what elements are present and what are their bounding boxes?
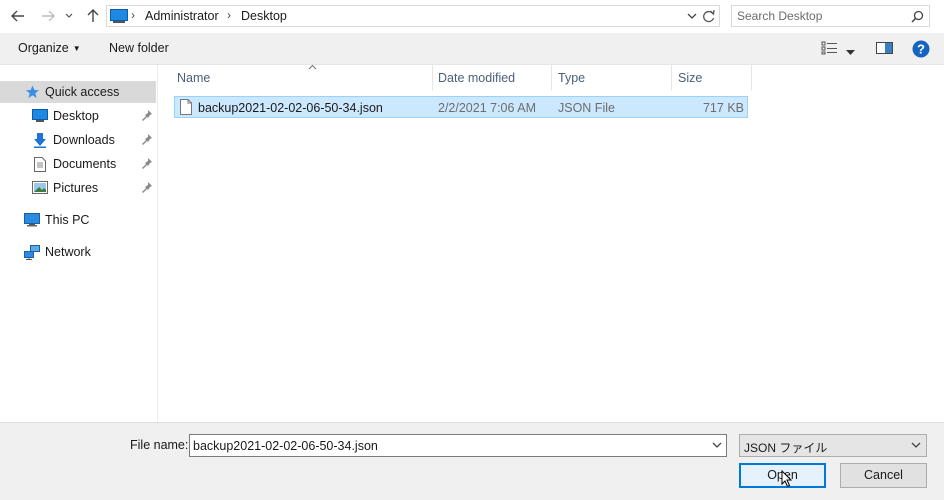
file-type-value: JSON ファイル xyxy=(744,441,828,455)
desktop-location-icon xyxy=(110,9,128,26)
nav-label: Network xyxy=(45,245,91,259)
search-box[interactable] xyxy=(731,5,930,27)
arrow-right-icon xyxy=(42,10,55,22)
file-list: Name Date modified Type Size backup2021-… xyxy=(159,64,944,422)
file-date-modified: 2/2/2021 7:06 AM xyxy=(438,101,536,115)
file-type-select[interactable]: JSON ファイル xyxy=(739,434,927,457)
documents-icon xyxy=(34,157,46,172)
refresh-button[interactable] xyxy=(702,8,716,27)
organize-label: Organize xyxy=(18,41,69,55)
nav-item-network[interactable]: Network xyxy=(0,241,156,263)
nav-label: Pictures xyxy=(53,181,99,195)
search-icon xyxy=(911,10,924,26)
file-name-combobox[interactable] xyxy=(189,434,727,457)
file-name-label: File name: xyxy=(130,438,189,452)
arrow-left-icon xyxy=(11,10,24,22)
nav-label: This PC xyxy=(45,213,90,227)
pin-icon xyxy=(142,158,152,169)
column-header-label: Size xyxy=(678,71,703,85)
computer-icon xyxy=(24,213,40,227)
change-view-button[interactable] xyxy=(821,41,839,58)
file-name: backup2021-02-02-06-50-34.json xyxy=(198,101,383,115)
navigation-pane: Quick access Desktop Downloads Documents… xyxy=(0,65,158,422)
network-icon xyxy=(24,245,40,260)
column-header-size[interactable]: Size xyxy=(672,65,752,90)
preview-pane-icon xyxy=(876,42,893,54)
address-bar[interactable]: › Administrator › Desktop xyxy=(106,5,720,27)
column-header-type[interactable]: Type xyxy=(552,65,672,90)
nav-item-documents[interactable]: Documents xyxy=(0,153,156,175)
search-input[interactable] xyxy=(737,8,907,24)
column-header-label: Type xyxy=(558,71,586,85)
column-header-date-modified[interactable]: Date modified xyxy=(432,65,552,90)
new-folder-button[interactable]: New folder xyxy=(109,41,169,55)
address-row: › Administrator › Desktop xyxy=(0,0,944,33)
back-button[interactable] xyxy=(8,6,28,26)
dialog-footer: File name: JSON ファイル Open Cancel xyxy=(0,422,944,500)
nav-item-this-pc[interactable]: This PC xyxy=(0,209,156,231)
nav-label: Documents xyxy=(53,157,117,171)
sort-ascending-icon xyxy=(308,64,317,70)
breadcrumb-separator-icon: › xyxy=(131,8,135,22)
file-row[interactable]: backup2021-02-02-06-50-34.json 2/2/2021 … xyxy=(174,96,748,118)
nav-label: Quick access xyxy=(45,85,120,99)
help-icon: ? xyxy=(912,40,930,58)
nav-item-downloads[interactable]: Downloads xyxy=(0,129,156,151)
file-name-input[interactable] xyxy=(193,438,693,454)
column-header-label: Name xyxy=(177,71,211,85)
pin-icon xyxy=(142,110,152,121)
file-icon xyxy=(180,99,192,115)
nav-label: Desktop xyxy=(53,109,99,123)
column-header-name[interactable]: Name xyxy=(171,64,433,90)
details-view-icon xyxy=(821,41,837,55)
forward-button[interactable] xyxy=(38,6,58,26)
downloads-icon xyxy=(34,133,46,148)
recent-locations-button[interactable] xyxy=(62,6,76,26)
desktop-icon xyxy=(32,109,48,122)
pin-icon xyxy=(142,134,152,145)
nav-item-pictures[interactable]: Pictures xyxy=(0,177,156,199)
pictures-icon xyxy=(32,181,48,194)
mouse-cursor-icon xyxy=(781,470,793,488)
organize-button[interactable]: Organize ▼ xyxy=(18,41,81,55)
caret-down-icon: ▼ xyxy=(72,44,81,53)
arrow-up-icon xyxy=(87,9,99,22)
nav-item-desktop[interactable]: Desktop xyxy=(0,105,156,127)
chevron-down-icon xyxy=(687,13,697,19)
cancel-button[interactable]: Cancel xyxy=(840,463,927,488)
caret-down-icon xyxy=(846,50,855,55)
chevron-down-icon xyxy=(911,442,921,448)
refresh-icon xyxy=(703,9,715,23)
breadcrumb-desktop[interactable]: Desktop xyxy=(241,9,287,23)
svg-text:?: ? xyxy=(917,42,925,57)
address-history-dropdown[interactable] xyxy=(687,9,697,26)
chevron-down-icon xyxy=(65,13,73,18)
file-size: 717 KB xyxy=(702,101,744,115)
help-button[interactable]: ? xyxy=(912,40,930,61)
nav-item-quick-access[interactable]: Quick access xyxy=(0,81,156,103)
command-bar: Organize ▼ New folder ? xyxy=(0,33,944,65)
view-options-dropdown[interactable] xyxy=(846,45,855,59)
up-button[interactable] xyxy=(83,6,103,26)
preview-pane-button[interactable] xyxy=(876,41,893,58)
nav-label: Downloads xyxy=(53,133,115,147)
breadcrumb-administrator[interactable]: Administrator xyxy=(145,9,219,23)
breadcrumb-separator-icon: › xyxy=(227,8,231,22)
file-type: JSON File xyxy=(558,101,615,115)
column-header-label: Date modified xyxy=(438,71,516,85)
pin-icon xyxy=(142,182,152,193)
star-icon xyxy=(26,85,39,98)
chevron-down-icon[interactable] xyxy=(712,440,722,450)
